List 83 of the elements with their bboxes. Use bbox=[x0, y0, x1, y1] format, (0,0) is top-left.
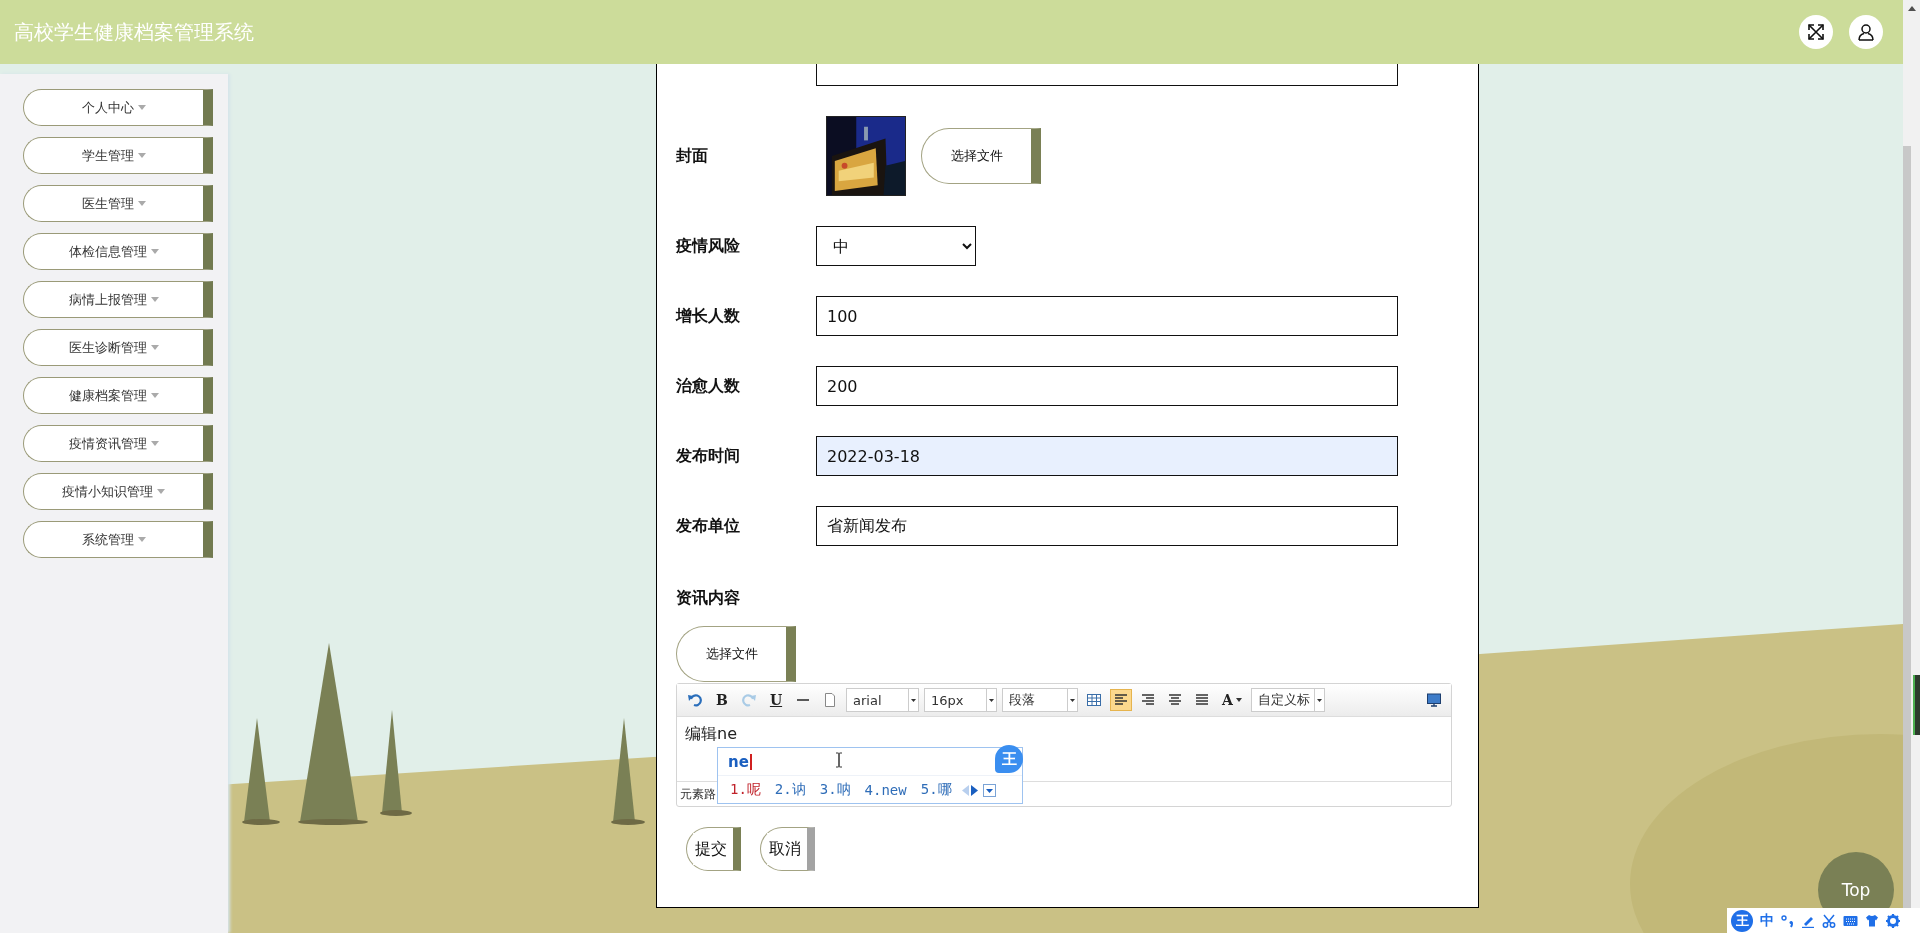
field-label: 发布单位 bbox=[676, 515, 741, 537]
table-icon bbox=[1086, 692, 1102, 708]
field-label: 发布时间 bbox=[676, 445, 741, 467]
caret-icon bbox=[150, 345, 159, 350]
choose-file-button[interactable]: 选择文件 bbox=[921, 128, 1041, 184]
undo-icon bbox=[687, 692, 703, 708]
shirt-icon bbox=[1865, 914, 1879, 927]
composition-text: ne bbox=[728, 753, 752, 770]
next-icon bbox=[970, 784, 978, 796]
ime-logo[interactable]: 王 bbox=[1731, 909, 1753, 932]
menu-item[interactable]: 病情上报管理 bbox=[23, 281, 213, 318]
menu-item[interactable]: 健康档案管理 bbox=[23, 377, 213, 414]
horizontal-line-icon bbox=[797, 699, 809, 701]
menu-item[interactable]: 医生诊断管理 bbox=[23, 329, 213, 366]
align-left-button[interactable] bbox=[1110, 689, 1132, 711]
caret-icon bbox=[1070, 698, 1075, 702]
menu-item[interactable]: 体检信息管理 bbox=[23, 233, 213, 270]
caret-icon bbox=[150, 441, 159, 446]
choose-file-button[interactable]: 选择文件 bbox=[676, 626, 796, 682]
field-label: 疫情风险 bbox=[676, 235, 741, 257]
field-label: 治愈人数 bbox=[676, 375, 741, 397]
menu-item[interactable]: 疫情小知识管理 bbox=[23, 473, 213, 510]
toolbar-dropdown[interactable]: 16px bbox=[924, 688, 997, 712]
input-mode[interactable]: 中 bbox=[1760, 911, 1774, 930]
app-title: 高校学生健康档案管理系统 bbox=[14, 18, 254, 46]
menu-item[interactable]: 学生管理 bbox=[23, 137, 213, 174]
toolbar-dropdown[interactable]: 段落 bbox=[1002, 688, 1078, 712]
format-button[interactable]: A bbox=[1218, 689, 1246, 711]
caret-icon bbox=[137, 201, 146, 206]
input-field[interactable]: 省新闻发布 bbox=[816, 506, 1398, 546]
submit-button[interactable]: 提交 bbox=[686, 827, 741, 871]
input-field[interactable] bbox=[816, 64, 1398, 86]
editor-text[interactable]: 编辑ne bbox=[685, 724, 737, 743]
menu-item[interactable]: 系统管理 bbox=[23, 521, 213, 558]
previous-icon bbox=[961, 784, 969, 796]
keyboard-icon bbox=[1843, 914, 1858, 927]
align-left-icon bbox=[1113, 692, 1129, 708]
caret-icon bbox=[1235, 698, 1242, 702]
redo-icon bbox=[741, 692, 757, 708]
caret-icon bbox=[137, 153, 146, 158]
caret-icon bbox=[150, 393, 159, 398]
align-center-icon bbox=[1167, 692, 1183, 708]
caret-icon bbox=[1317, 698, 1322, 702]
caret-icon bbox=[137, 105, 146, 110]
format-button[interactable]: U bbox=[765, 689, 787, 711]
side-tab[interactable] bbox=[1913, 675, 1920, 735]
field-label: 增长人数 bbox=[676, 305, 741, 327]
align-justify-icon bbox=[1194, 692, 1210, 708]
scroll-up-icon bbox=[1907, 6, 1916, 11]
caret-icon bbox=[911, 698, 916, 702]
dropdown[interactable]: 中 bbox=[816, 226, 976, 266]
gear-icon bbox=[1886, 913, 1900, 928]
text-cursor-icon bbox=[835, 752, 843, 768]
cancel-button[interactable]: 取消 bbox=[760, 827, 815, 871]
document-icon bbox=[822, 692, 838, 708]
monitor-icon bbox=[1426, 692, 1442, 708]
caret-icon bbox=[150, 249, 159, 254]
expand-icon bbox=[982, 783, 996, 797]
caret-icon bbox=[989, 698, 994, 702]
candidate[interactable]: 2.讷 bbox=[774, 781, 806, 799]
punctuation-icon bbox=[1781, 913, 1794, 928]
candidate[interactable]: 1.呢 bbox=[730, 781, 761, 799]
caret-icon bbox=[137, 537, 146, 542]
caret-icon bbox=[150, 297, 159, 302]
candidate[interactable]: 3.呐 bbox=[819, 781, 851, 799]
menu-item[interactable]: 疫情资讯管理 bbox=[23, 425, 213, 462]
toolbar-dropdown[interactable]: arial bbox=[846, 688, 919, 712]
input-field[interactable]: 200 bbox=[816, 366, 1398, 406]
field-label: 资讯内容 bbox=[676, 587, 741, 609]
input-field[interactable]: 2022-03-18 bbox=[816, 436, 1398, 476]
field-label: 封面 bbox=[676, 145, 709, 167]
scissors-icon bbox=[1822, 913, 1836, 928]
toolbar-dropdown[interactable]: 自定义标 bbox=[1251, 688, 1325, 712]
ime-logo: 王 bbox=[995, 745, 1023, 773]
candidate[interactable]: 4.new bbox=[864, 782, 907, 798]
input-field[interactable]: 100 bbox=[816, 296, 1398, 336]
scrollbar-thumb[interactable] bbox=[1903, 146, 1911, 908]
candidate[interactable]: 5.哪 bbox=[920, 781, 952, 799]
align-right-icon bbox=[1140, 692, 1156, 708]
menu-item[interactable]: 医生管理 bbox=[23, 185, 213, 222]
caret-icon bbox=[157, 489, 165, 494]
format-button[interactable]: B bbox=[711, 689, 733, 711]
menu-item[interactable]: 个人中心 bbox=[23, 89, 213, 126]
